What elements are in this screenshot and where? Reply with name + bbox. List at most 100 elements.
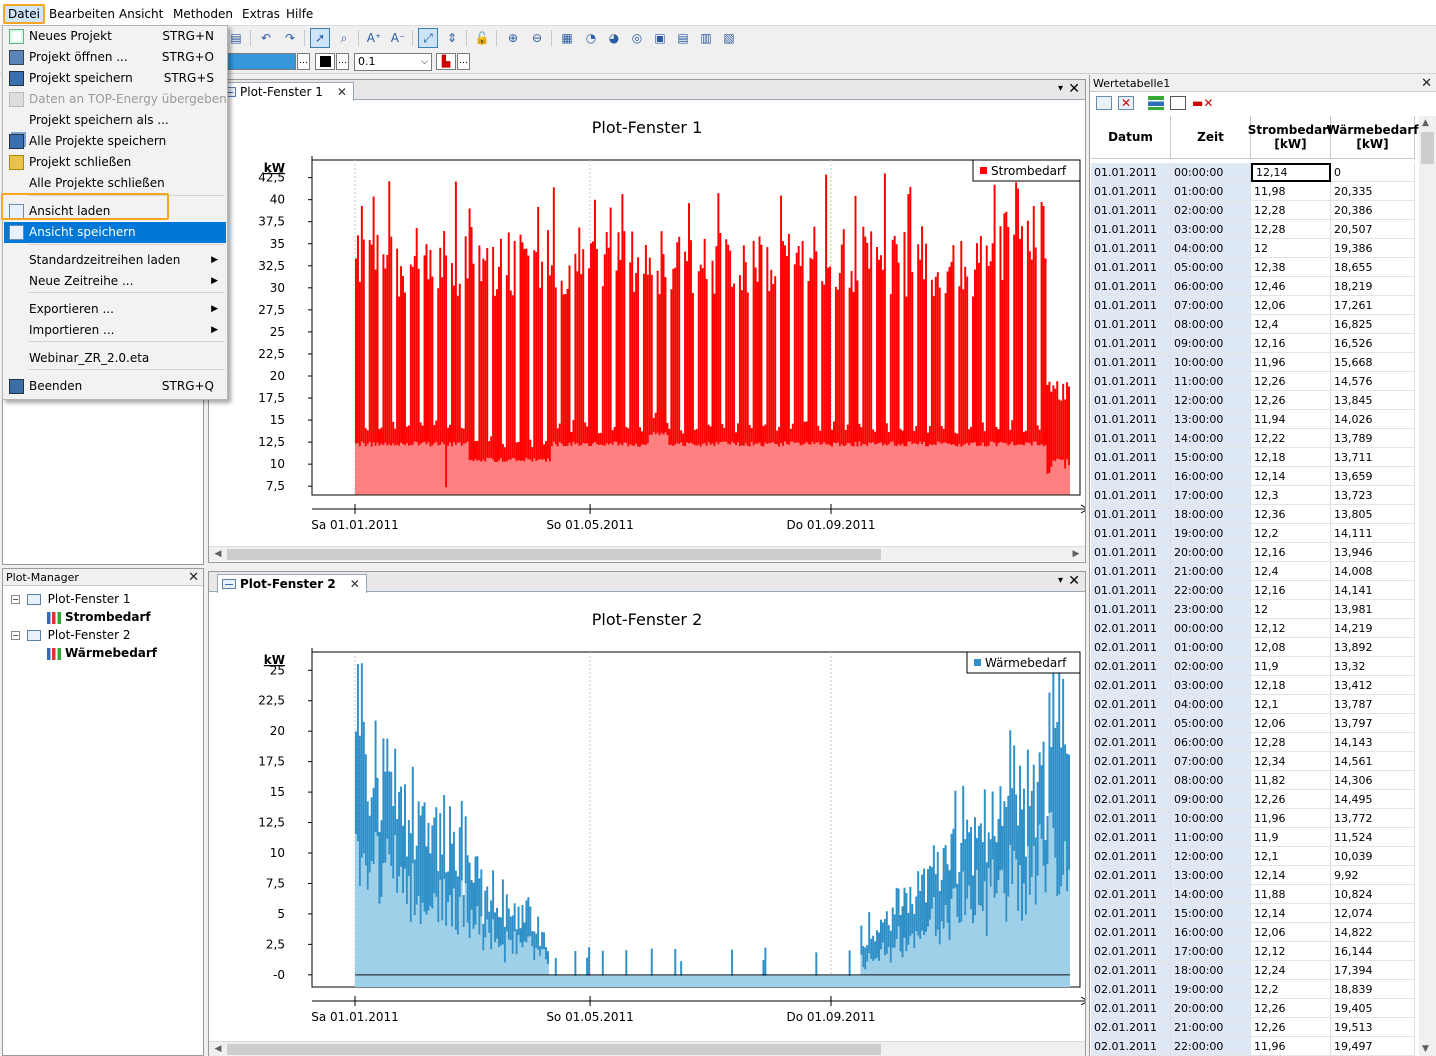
table-row[interactable]: 01.01.2011 05:00:00 12,38 18,655 [1091,258,1417,277]
menu-item-neues-projekt[interactable]: Neues Projekt STRG+N [4,26,226,47]
cell-strombedarf[interactable]: 12,2 [1251,524,1331,543]
cell-strombedarf[interactable]: 12,06 [1251,923,1331,942]
cell-waermebedarf[interactable]: 13,946 [1331,543,1415,562]
menu-bearbeiten[interactable]: Bearbeiten [46,4,118,24]
chart-plot-2[interactable]: 2522,52017,51512,5107,552,5-0kWSa 01.01.… [209,632,1085,1037]
cell-strombedarf[interactable]: 11,94 [1251,410,1331,429]
cell-waermebedarf[interactable]: 14,219 [1331,619,1415,638]
cell-zeit[interactable]: 21:00:00 [1171,562,1251,581]
menu-item-ansicht-speichern[interactable]: Ansicht speichern [4,222,226,243]
table-row[interactable]: 01.01.2011 09:00:00 12,16 16,526 [1091,334,1417,353]
cell-waermebedarf[interactable]: 10,824 [1331,885,1415,904]
cell-waermebedarf[interactable]: 17,261 [1331,296,1415,315]
cell-waermebedarf[interactable]: 13,711 [1331,448,1415,467]
cell-zeit[interactable]: 12:00:00 [1171,847,1251,866]
table-row[interactable]: 02.01.2011 21:00:00 12,26 19,513 [1091,1018,1417,1037]
table-row[interactable]: 01.01.2011 23:00:00 12 13,981 [1091,600,1417,619]
zoom-y-icon[interactable]: ◕ [604,28,624,48]
cell-strombedarf[interactable]: 12,4 [1251,315,1331,334]
window-layout-2-icon[interactable]: ▤ [673,28,693,48]
cell-zeit[interactable]: 22:00:00 [1171,1037,1251,1056]
cell-zeit[interactable]: 15:00:00 [1171,904,1251,923]
window-layout-1-icon[interactable]: ▣ [650,28,670,48]
cell-waermebedarf[interactable]: 14,495 [1331,790,1415,809]
cell-datum[interactable]: 02.01.2011 [1091,828,1171,847]
chart-view-icon[interactable]: ▦ [557,28,577,48]
cell-datum[interactable]: 02.01.2011 [1091,733,1171,752]
menu-item-ansicht-laden[interactable]: Ansicht laden [4,201,226,222]
cell-strombedarf[interactable]: 11,96 [1251,1037,1331,1056]
cell-zeit[interactable]: 16:00:00 [1171,923,1251,942]
table-row[interactable]: 01.01.2011 02:00:00 12,28 20,386 [1091,201,1417,220]
add-column-icon[interactable] [1148,96,1164,110]
cell-waermebedarf[interactable]: 12,074 [1331,904,1415,923]
cell-datum[interactable]: 02.01.2011 [1091,714,1171,733]
cell-waermebedarf[interactable]: 14,026 [1331,410,1415,429]
zoom-x-icon[interactable]: ◔ [581,28,601,48]
tab-plot-window-1[interactable]: Plot-Fenster 1 ✕ [217,82,354,101]
cell-zeit[interactable]: 16:00:00 [1171,467,1251,486]
cell-datum[interactable]: 01.01.2011 [1091,220,1171,239]
fill-color-more-button[interactable]: … [336,53,349,70]
cell-strombedarf[interactable]: 12,14 [1251,163,1331,182]
font-larger-icon[interactable]: A⁺ [364,28,384,48]
cell-waermebedarf[interactable]: 9,92 [1331,866,1415,885]
paste-icon[interactable]: ▤ [226,28,246,48]
cell-waermebedarf[interactable]: 17,394 [1331,961,1415,980]
cell-waermebedarf[interactable]: 13,789 [1331,429,1415,448]
table-row[interactable]: 01.01.2011 01:00:00 11,98 20,335 [1091,182,1417,201]
cell-waermebedarf[interactable]: 14,141 [1331,581,1415,600]
remove-column-icon[interactable]: ▬✕ [1192,96,1213,110]
cell-datum[interactable]: 02.01.2011 [1091,809,1171,828]
table-row[interactable]: 01.01.2011 04:00:00 12 19,386 [1091,239,1417,258]
cell-datum[interactable]: 01.01.2011 [1091,296,1171,315]
menu-item-exportieren[interactable]: Exportieren ... ▶ [4,299,226,320]
cell-strombedarf[interactable]: 12,2 [1251,980,1331,999]
window-layout-4-icon[interactable]: ▧ [719,28,739,48]
table-row[interactable]: 02.01.2011 07:00:00 12,34 14,561 [1091,752,1417,771]
cell-waermebedarf[interactable]: 16,144 [1331,942,1415,961]
line-color-more-button[interactable]: … [297,53,310,70]
table-row[interactable]: 02.01.2011 12:00:00 12,1 10,039 [1091,847,1417,866]
cell-zeit[interactable]: 12:00:00 [1171,391,1251,410]
cell-strombedarf[interactable]: 12,28 [1251,201,1331,220]
cell-zeit[interactable]: 17:00:00 [1171,486,1251,505]
auto-scale-icon[interactable]: ⤢ [418,28,438,48]
table-row[interactable]: 01.01.2011 06:00:00 12,46 18,219 [1091,277,1417,296]
cell-zeit[interactable]: 08:00:00 [1171,315,1251,334]
line-color-picker[interactable] [226,53,296,70]
cell-zeit[interactable]: 00:00:00 [1171,619,1251,638]
zoom-reset-icon[interactable]: ◎ [627,28,647,48]
zoom-in-icon[interactable]: ⊕ [503,28,523,48]
cell-strombedarf[interactable]: 12,16 [1251,334,1331,353]
table-row[interactable]: 01.01.2011 15:00:00 12,18 13,711 [1091,448,1417,467]
cell-datum[interactable]: 01.01.2011 [1091,163,1171,182]
cell-datum[interactable]: 01.01.2011 [1091,543,1171,562]
cell-waermebedarf[interactable]: 13,32 [1331,657,1415,676]
menu-item-projekt-öffnen[interactable]: Projekt öffnen ... STRG+O [4,47,226,68]
cell-datum[interactable]: 01.01.2011 [1091,562,1171,581]
cell-zeit[interactable]: 14:00:00 [1171,885,1251,904]
tree-item-plot-window-2[interactable]: − Plot-Fenster 2 [11,627,131,643]
column-header-waermebedarf[interactable]: Wärmebedarf [kW] [1326,116,1419,159]
cell-strombedarf[interactable]: 12,4 [1251,562,1331,581]
close-icon[interactable]: ✕ [1068,573,1080,589]
cell-datum[interactable]: 01.01.2011 [1091,334,1171,353]
cell-waermebedarf[interactable]: 13,412 [1331,676,1415,695]
table-row[interactable]: 01.01.2011 08:00:00 12,4 16,825 [1091,315,1417,334]
cell-datum[interactable]: 01.01.2011 [1091,410,1171,429]
column-view-icon[interactable] [1170,96,1186,110]
cell-zeit[interactable]: 10:00:00 [1171,353,1251,372]
cell-strombedarf[interactable]: 11,88 [1251,885,1331,904]
table-row[interactable]: 02.01.2011 04:00:00 12,1 13,787 [1091,695,1417,714]
undo-icon[interactable]: ↶ [256,28,276,48]
cell-strombedarf[interactable]: 12,1 [1251,695,1331,714]
cell-datum[interactable]: 01.01.2011 [1091,201,1171,220]
cell-waermebedarf[interactable]: 13,892 [1331,638,1415,657]
cell-waermebedarf[interactable]: 18,219 [1331,277,1415,296]
cell-zeit[interactable]: 02:00:00 [1171,657,1251,676]
menu-item-standardzeitreihen-laden[interactable]: Standardzeitreihen laden ▶ [4,250,226,271]
cell-waermebedarf[interactable]: 14,561 [1331,752,1415,771]
table-row[interactable]: 01.01.2011 19:00:00 12,2 14,111 [1091,524,1417,543]
menu-hilfe[interactable]: Hilfe [283,4,316,24]
